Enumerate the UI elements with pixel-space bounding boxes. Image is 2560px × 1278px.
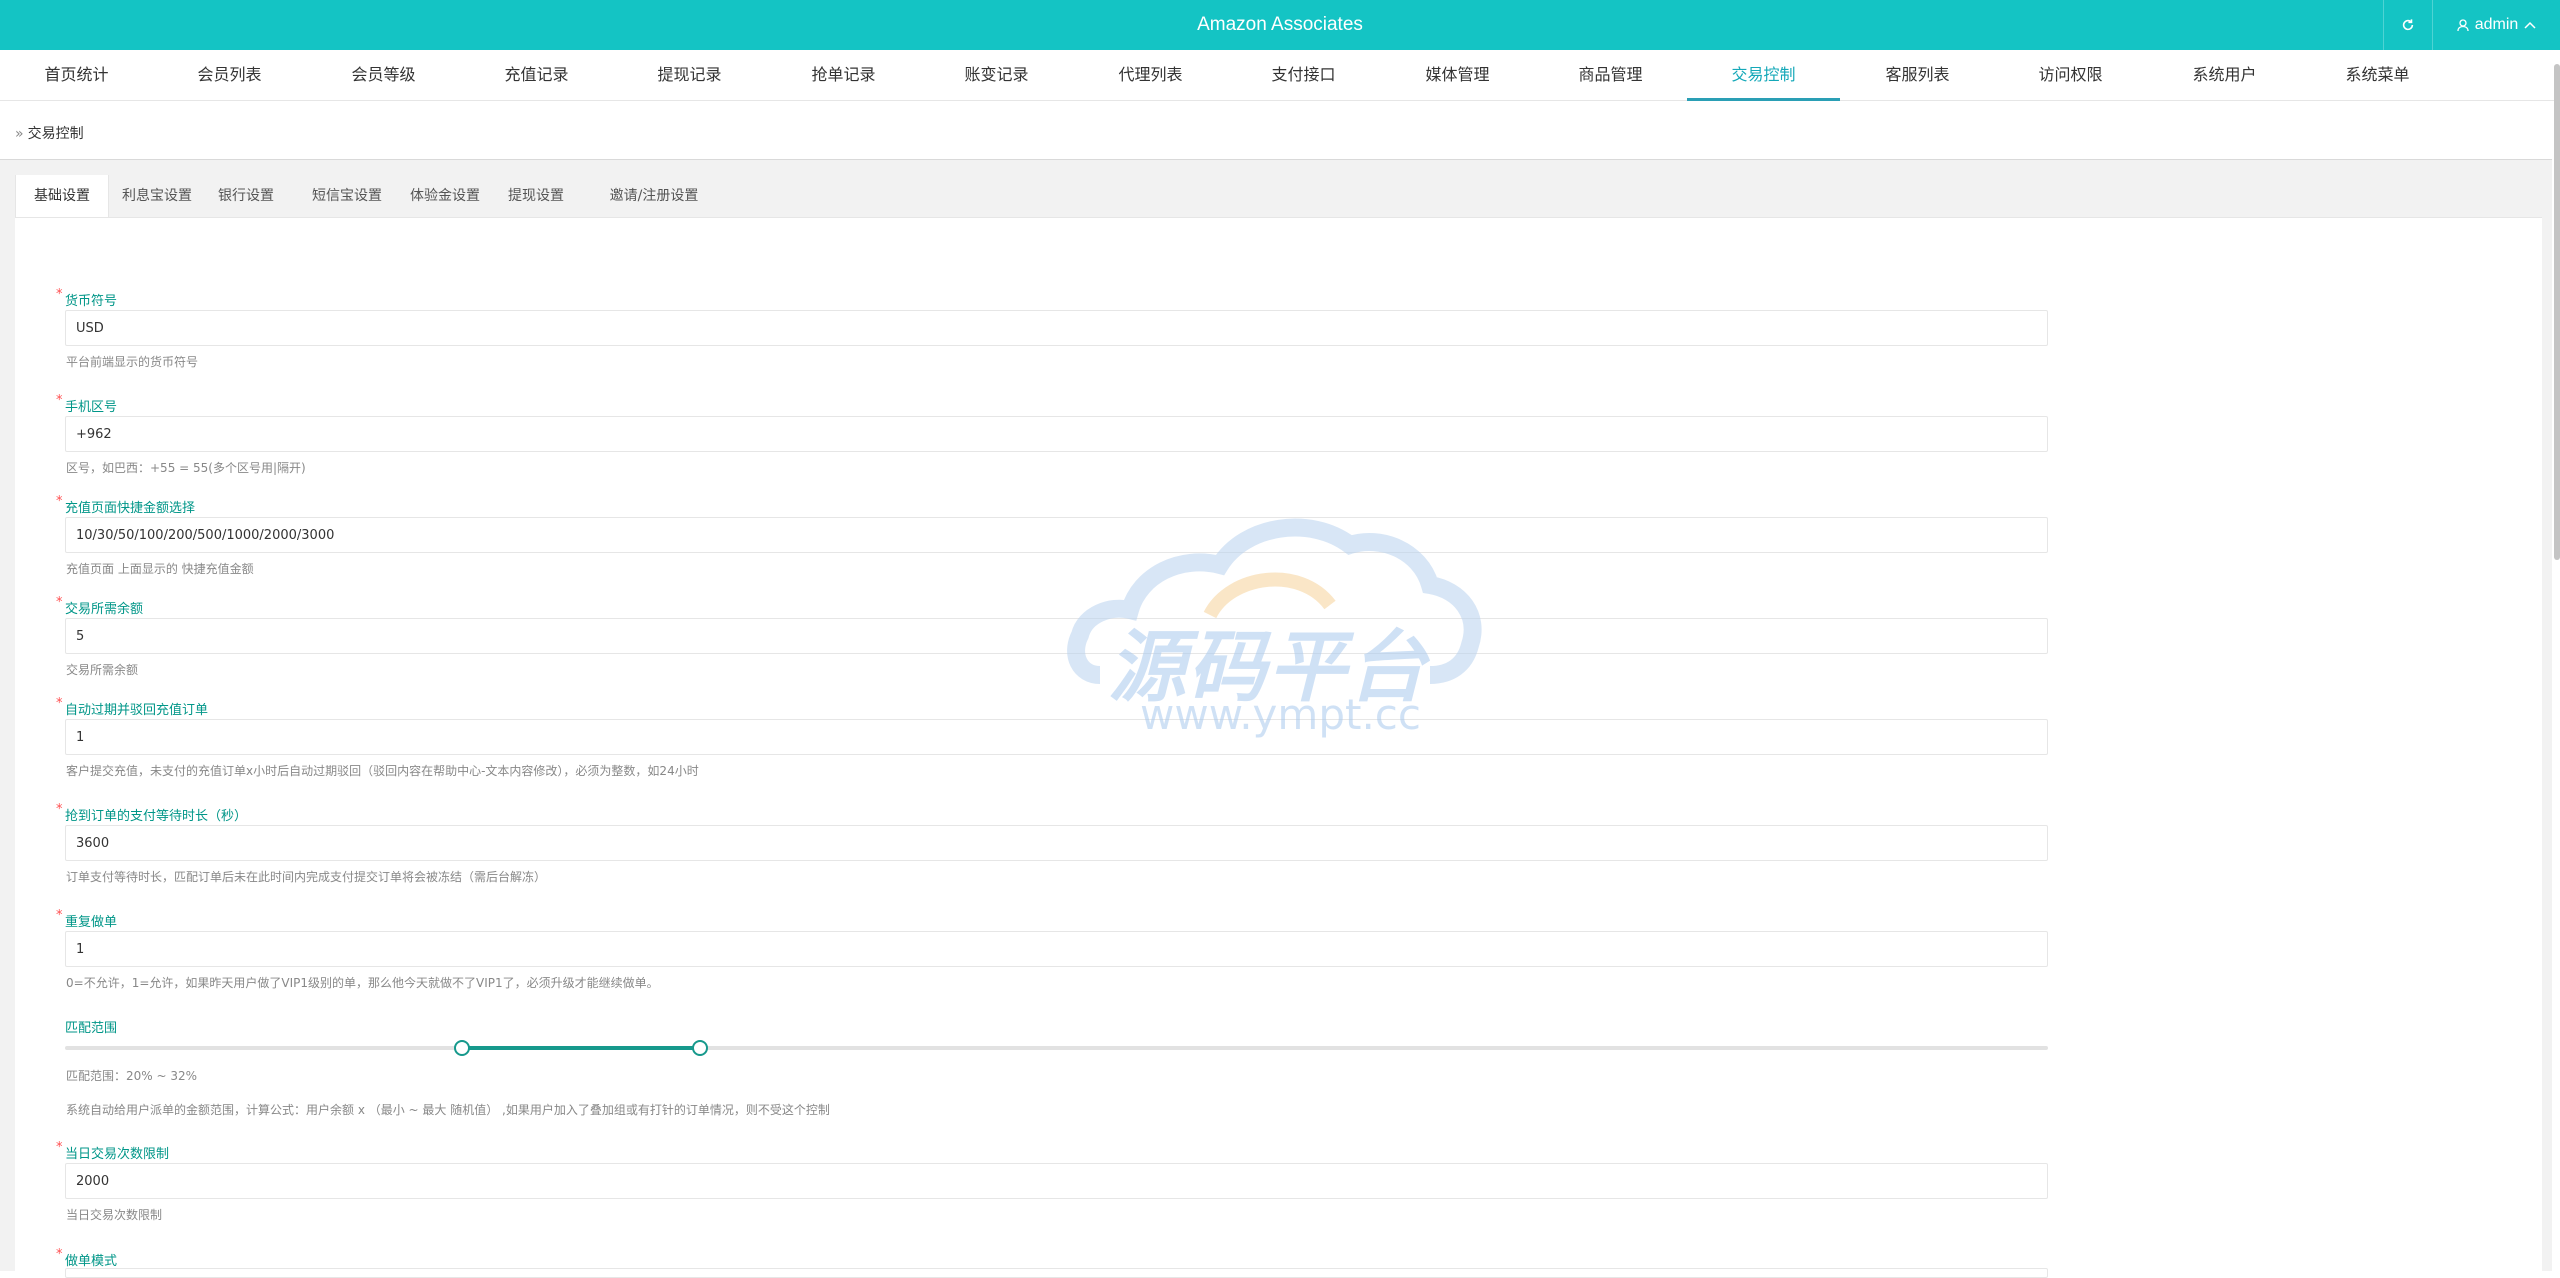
tab-sms[interactable]: 短信宝设置 [305,175,389,217]
settings-tabs: 基础设置 利息宝设置 银行设置 短信宝设置 体验金设置 提现设置 邀请/注册设置 [15,175,2542,218]
match-range-label: 匹配范围 [65,1021,118,1036]
nav-item-media[interactable]: 媒体管理 [1381,50,1534,98]
scrollbar[interactable] [2554,64,2560,560]
daily-limit-input[interactable]: 2000 [65,1163,2048,1199]
min-balance-hint: 交易所需余额 [66,663,139,677]
repeat-order-hint: 0=不允许，1=允许，如果昨天用户做了VIP1级别的单，那么他今天就做不了VIP… [66,976,659,990]
auto-expire-input[interactable]: 1 [65,719,2048,755]
min-balance-label: * 交易所需余额 [56,595,144,617]
currency-input[interactable]: USD [65,310,2048,346]
watermark-url: www.ympt.cc [1140,690,1421,739]
repeat-order-input[interactable]: 1 [65,931,2048,967]
nav-item-trade-control[interactable]: 交易控制 [1687,50,1840,101]
nav-item-member-levels[interactable]: 会员等级 [307,50,460,98]
quick-amounts-input[interactable]: 10/30/50/100/200/500/1000/2000/3000 [65,517,2048,553]
tab-withdraw[interactable]: 提现设置 [501,175,571,217]
quick-amounts-hint: 充值页面 上面显示的 快捷充值金额 [66,562,254,576]
nav-item-system-menu[interactable]: 系统菜单 [2301,50,2454,98]
nav-item-products[interactable]: 商品管理 [1534,50,1687,98]
pay-wait-hint: 订单支付等待时长，匹配订单后未在此时间内完成支付提交订单将会被冻结（需后台解冻） [66,870,547,884]
currency-label: * 货币符号 [56,287,118,309]
watermark: 源码平台 www.ympt.cc [1060,505,1500,755]
nav-item-system-users[interactable]: 系统用户 [2148,50,2301,98]
nav-item-grab-orders[interactable]: 抢单记录 [767,50,920,98]
auto-expire-hint: 客户提交充值，未支付的充值订单x小时后自动过期驳回（驳回内容在帮助中心-文本内容… [66,764,699,778]
order-mode-input[interactable] [65,1268,2048,1278]
daily-limit-hint: 当日交易次数限制 [66,1208,163,1222]
app-title: Amazon Associates [1197,14,1363,35]
phone-code-label: * 手机区号 [56,393,118,415]
chevron-up-icon [2524,21,2536,29]
breadcrumb: » 交易控制 [15,123,84,143]
refresh-icon [2402,19,2414,31]
nav-item-payment[interactable]: 支付接口 [1227,50,1380,98]
user-menu[interactable]: admin [2432,0,2560,50]
min-balance-input[interactable]: 5 [65,618,2048,654]
breadcrumb-bar: » 交易控制 [0,101,2552,160]
pay-wait-label: * 抢到订单的支付等待时长（秒） [56,802,248,824]
order-mode-label: * 做单模式 [56,1247,118,1269]
top-header: Amazon Associates admin [0,0,2560,50]
tab-basic[interactable]: 基础设置 [15,175,109,217]
username: admin [2474,16,2519,33]
breadcrumb-current: 交易控制 [27,126,84,142]
quick-amounts-label: * 充值页面快捷金额选择 [56,494,196,516]
tab-trial[interactable]: 体验金设置 [403,175,487,217]
phone-code-input[interactable]: +962 [65,416,2048,452]
nav-item-members[interactable]: 会员列表 [153,50,306,98]
pay-wait-input[interactable]: 3600 [65,825,2048,861]
nav-item-dashboard[interactable]: 首页统计 [0,50,153,98]
currency-hint: 平台前端显示的货币符号 [66,355,199,369]
nav-item-support[interactable]: 客服列表 [1841,50,1994,98]
phone-code-hint: 区号，如巴西：+55 = 55(多个区号用|隔开) [66,461,306,475]
match-range-max-handle[interactable] [691,1040,708,1056]
main-nav: 首页统计 会员列表 会员等级 充值记录 提现记录 抢单记录 账变记录 代理列表 … [0,50,2560,101]
nav-item-agents[interactable]: 代理列表 [1074,50,1227,98]
nav-item-withdraw[interactable]: 提现记录 [613,50,766,98]
refresh-button[interactable] [2383,0,2432,50]
nav-item-access[interactable]: 访问权限 [1994,50,2147,98]
double-chevron-icon: » [15,126,24,142]
tab-interest[interactable]: 利息宝设置 [115,175,199,217]
match-range-min-handle[interactable] [453,1040,470,1056]
daily-limit-label: * 当日交易次数限制 [56,1140,170,1162]
match-range-hint: 系统自动给用户派单的金额范围，计算公式：用户余额 x （最小 ~ 最大 随机值）… [66,1103,830,1117]
nav-item-account-changes[interactable]: 账变记录 [920,50,1073,98]
tab-invite[interactable]: 邀请/注册设置 [599,175,709,217]
auto-expire-label: * 自动过期并驳回充值订单 [56,696,209,718]
user-icon [2457,18,2469,31]
match-range-slider[interactable] [65,1046,2048,1050]
match-range-value: 匹配范围：20% ~ 32% [66,1069,198,1083]
nav-item-recharge[interactable]: 充值记录 [460,50,613,98]
match-range-slider-fill [461,1046,700,1050]
repeat-order-label: * 重复做单 [56,908,118,930]
tab-bank[interactable]: 银行设置 [211,175,281,217]
